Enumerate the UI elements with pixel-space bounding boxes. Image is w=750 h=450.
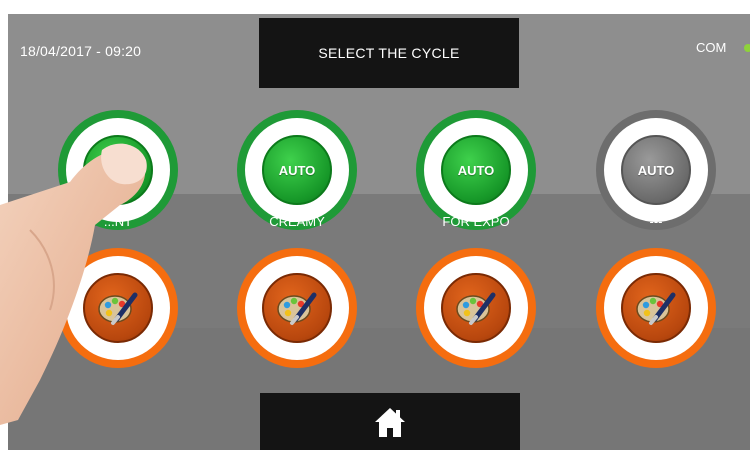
home-icon xyxy=(375,407,405,437)
page-title: SELECT THE CYCLE xyxy=(318,45,460,61)
palette-brush-icon xyxy=(262,273,332,343)
cycle-label: FOR EXPO xyxy=(442,214,510,229)
custom-cycle-label: --- xyxy=(649,348,663,363)
com-status-indicator xyxy=(744,44,750,52)
cycle-button-1[interactable]: AUTO xyxy=(58,110,178,230)
auto-badge: AUTO xyxy=(262,135,332,205)
home-button[interactable] xyxy=(260,393,520,450)
cycle-button-creamy[interactable]: AUTO xyxy=(237,110,357,230)
cycle-label: ...NT xyxy=(103,214,133,229)
title-panel: SELECT THE CYCLE xyxy=(259,18,519,88)
touch-screen: 18/04/2017 - 09:20 SELECT THE CYCLE COM … xyxy=(8,14,750,450)
custom-cycle-label: --- xyxy=(290,348,304,363)
auto-badge: AUTO xyxy=(621,135,691,205)
date-time: 18/04/2017 - 09:20 xyxy=(20,43,142,59)
cycle-button-for-expo[interactable]: AUTO xyxy=(416,110,536,230)
palette-brush-icon xyxy=(441,273,511,343)
auto-badge: AUTO xyxy=(441,135,511,205)
cycle-button-empty[interactable]: AUTO xyxy=(596,110,716,230)
custom-cycle-label: --- xyxy=(469,348,483,363)
auto-badge: AUTO xyxy=(83,135,153,205)
com-status-label: COM xyxy=(696,40,727,55)
cycle-label: --- xyxy=(649,214,663,229)
palette-brush-icon xyxy=(621,273,691,343)
palette-brush-icon xyxy=(83,273,153,343)
custom-cycle-label: --- xyxy=(111,348,125,363)
cycle-label: CREAMY xyxy=(269,214,325,229)
